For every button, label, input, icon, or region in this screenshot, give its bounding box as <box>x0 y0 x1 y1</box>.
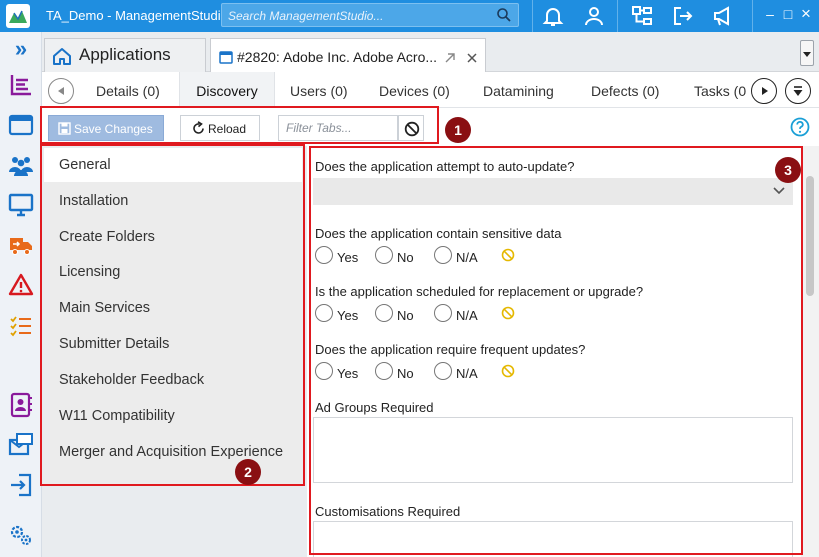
close-tab-icon[interactable] <box>465 51 479 65</box>
settings-icon[interactable] <box>8 522 34 548</box>
app-logo-icon <box>6 4 30 28</box>
callout-1-box <box>40 106 439 144</box>
scrollbar-thumb[interactable] <box>806 176 814 296</box>
separator <box>532 0 533 32</box>
tab-record-2820[interactable]: #2820: Adobe Inc. Adobe Acro... <box>210 38 486 72</box>
home-icon <box>53 48 71 65</box>
caret-left-icon <box>58 87 64 95</box>
import-icon[interactable] <box>8 472 34 498</box>
scroll-tabs-left-button[interactable] <box>48 78 74 104</box>
record-sub-tabs: Details (0) Discovery Users (0) Devices … <box>42 72 819 108</box>
close-button[interactable]: × <box>798 4 814 24</box>
left-nav-rail: » <box>0 32 42 557</box>
application-record-icon <box>219 51 233 64</box>
expand-icon[interactable]: » <box>8 38 34 64</box>
separator <box>752 0 753 32</box>
callout-2-badge: 2 <box>235 459 261 485</box>
contacts-icon[interactable] <box>8 392 34 418</box>
megaphone-icon[interactable] <box>711 4 735 28</box>
callout-1-badge: 1 <box>445 117 471 143</box>
tab-details[interactable]: Details (0) <box>96 72 160 108</box>
migration-icon[interactable] <box>8 232 34 258</box>
tab-applications[interactable]: Applications <box>44 38 206 72</box>
mailbox-icon[interactable] <box>8 432 34 458</box>
global-search[interactable] <box>221 3 519 27</box>
tasks-icon[interactable] <box>8 312 34 338</box>
tab-discovery[interactable]: Discovery <box>179 72 275 108</box>
tab-overflow-button[interactable] <box>800 40 814 66</box>
tab-applications-label: Applications <box>79 45 171 64</box>
search-icon[interactable] <box>496 7 512 23</box>
tab-record-label: #2820: Adobe Inc. Adobe Acro... <box>237 49 438 65</box>
callout-2-box <box>40 144 305 486</box>
tab-defects[interactable]: Defects (0) <box>591 72 659 108</box>
minimize-button[interactable]: – <box>762 6 778 22</box>
logout-icon[interactable] <box>671 4 695 28</box>
form-scrollbar[interactable] <box>801 146 819 557</box>
tab-list-menu-button[interactable] <box>785 78 811 104</box>
dashboard-icon[interactable] <box>8 72 34 98</box>
tab-tasks[interactable]: Tasks (0 <box>694 72 748 108</box>
tab-devices[interactable]: Devices (0) <box>379 72 450 108</box>
bell-icon[interactable] <box>541 4 565 28</box>
callout-3-badge: 3 <box>775 157 801 183</box>
separator <box>617 0 618 32</box>
caret-down-icon <box>803 52 811 57</box>
popout-icon[interactable] <box>443 51 457 65</box>
user-icon[interactable] <box>582 4 606 28</box>
help-icon[interactable] <box>790 117 810 137</box>
applications-icon[interactable] <box>8 112 34 138</box>
devices-icon[interactable] <box>8 192 34 218</box>
caret-right-icon <box>762 87 768 95</box>
tab-datamining[interactable]: Datamining <box>483 72 554 108</box>
defects-icon[interactable] <box>8 272 34 298</box>
maximize-button[interactable]: □ <box>780 6 796 22</box>
users-icon[interactable] <box>8 152 34 178</box>
tab-users[interactable]: Users (0) <box>290 72 348 108</box>
dropdown-menu-icon <box>793 86 803 96</box>
window-title: TA_Demo - ManagementStudi <box>46 8 221 23</box>
global-search-input[interactable] <box>228 7 488 24</box>
scroll-tabs-right-button[interactable] <box>751 78 777 104</box>
document-tab-strip: Applications #2820: Adobe Inc. Adobe Acr… <box>42 32 819 72</box>
hierarchy-icon[interactable] <box>630 4 654 28</box>
callout-3-box <box>309 146 803 555</box>
title-bar: TA_Demo - ManagementStudi – □ × <box>0 0 819 32</box>
